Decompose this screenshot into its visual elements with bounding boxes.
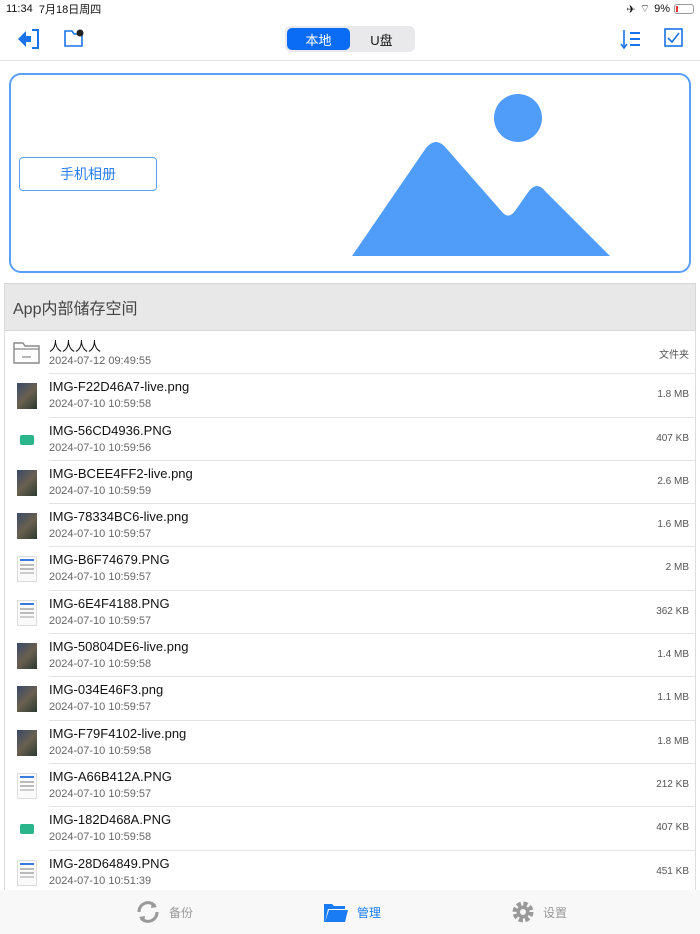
file-size: 212 KB	[656, 778, 689, 790]
file-size: 407 KB	[656, 432, 689, 444]
image-thumbnail	[17, 772, 37, 799]
file-row[interactable]: 人人人人 2024-07-12 09:49:55 文件夹	[13, 331, 695, 375]
tab-bar: 备份 管理 设置	[0, 890, 700, 934]
file-date: 2024-07-10 10:59:58	[49, 831, 152, 844]
storage-segmented-control: 本地 U盘	[285, 26, 415, 52]
file-size: 1.1 MB	[657, 692, 689, 704]
status-bar: 11:34 7月18日周四 ✈ ⌔ 9%	[0, 0, 700, 18]
tab-label: 备份	[169, 905, 194, 920]
image-thumbnail	[17, 383, 37, 410]
file-size: 1.6 MB	[657, 519, 689, 531]
file-date: 2024-07-12 09:49:55	[49, 355, 152, 367]
file-row[interactable]: IMG-50804DE6-live.png 2024-07-10 10:59:58…	[17, 634, 695, 678]
file-date: 2024-07-10 10:59:56	[49, 441, 152, 454]
tab-label: 设置	[543, 905, 568, 920]
file-date: 2024-07-10 10:59:57	[49, 701, 152, 714]
file-date: 2024-07-10 10:59:57	[49, 787, 152, 800]
file-row[interactable]: IMG-56CD4936.PNG 2024-07-10 10:59:56 407 K…	[17, 418, 695, 461]
file-name: IMG-50804DE6-live.png	[49, 639, 189, 655]
status-date: 7月18日周四	[38, 4, 102, 16]
file-name: IMG-034E46F3.png	[49, 682, 164, 698]
file-row[interactable]: IMG-B6F74679.PNG 2024-07-10 10:59:57 2 MB	[17, 547, 695, 591]
battery-percent: 9%	[654, 3, 670, 15]
segment-usb[interactable]: U盘	[350, 28, 413, 50]
file-date: 2024-07-10 10:59:58	[49, 744, 152, 757]
tab-manage[interactable]: 管理	[323, 901, 381, 923]
file-size: 文件夹	[659, 350, 689, 361]
airplane-icon: ✈	[626, 3, 636, 16]
sort-icon[interactable]	[620, 28, 642, 50]
file-size: 1.8 MB	[657, 735, 689, 747]
folder-icon	[324, 904, 348, 922]
file-row[interactable]: IMG-034E46F3.png 2024-07-10 10:59:57 1.1 M…	[17, 677, 695, 721]
sync-icon	[137, 901, 159, 923]
image-thumbnail	[17, 513, 37, 540]
image-placeholder-icon	[352, 94, 610, 256]
gear-icon	[512, 901, 534, 923]
image-thumbnail	[17, 469, 37, 496]
battery-icon	[674, 4, 694, 14]
back-exit-icon[interactable]	[16, 28, 40, 50]
file-name: IMG-A66B412A.PNG	[49, 768, 172, 784]
image-thumbnail	[17, 643, 37, 670]
image-thumbnail	[17, 729, 37, 756]
phone-album-button[interactable]: 手机相册	[19, 157, 157, 191]
file-size: 1.4 MB	[657, 649, 689, 661]
phone-album-card[interactable]: 手机相册	[9, 73, 691, 273]
file-size: 2.6 MB	[657, 475, 689, 487]
image-thumbnail	[17, 816, 37, 843]
file-date: 2024-07-10 10:51:39	[49, 874, 152, 887]
folder-icon	[13, 342, 40, 364]
file-row[interactable]: IMG-78334BC6-live.png 2024-07-10 10:59:57…	[17, 504, 695, 548]
file-row[interactable]: IMG-BCEE4FF2-live.png 2024-07-10 10:59:59…	[17, 461, 695, 505]
select-checkbox-icon[interactable]	[664, 28, 684, 48]
file-row[interactable]: IMG-F22D46A7-live.png 2024-07-10 10:59:58…	[17, 374, 695, 418]
file-row[interactable]: IMG-F79F4102-live.png 2024-07-10 10:59:58…	[17, 721, 695, 764]
file-name: IMG-28D64849.PNG	[49, 855, 170, 871]
file-name: IMG-F22D46A7-live.png	[49, 379, 190, 395]
wifi-icon: ⌔	[639, 3, 651, 15]
tab-label: 管理	[357, 905, 382, 920]
file-name: IMG-78334BC6-live.png	[49, 509, 189, 525]
status-time: 11:34	[6, 3, 33, 15]
file-date: 2024-07-10 10:59:59	[49, 484, 152, 497]
image-thumbnail	[17, 686, 37, 713]
file-size: 407 KB	[656, 822, 689, 834]
section-header: App内部储存空间	[4, 283, 696, 331]
file-name: IMG-182D468A.PNG	[49, 812, 172, 828]
file-row[interactable]: IMG-182D468A.PNG 2024-07-10 10:59:58 407 K…	[17, 807, 695, 851]
file-date: 2024-07-10 10:59:58	[49, 398, 152, 411]
new-folder-icon[interactable]	[63, 27, 85, 49]
file-size: 362 KB	[656, 605, 689, 617]
file-size: 2 MB	[665, 562, 689, 574]
file-name: 人人人人	[49, 339, 102, 354]
tab-backup[interactable]: 备份	[135, 899, 193, 925]
file-row[interactable]: IMG-6E4F4188.PNG 2024-07-10 10:59:57 362 K…	[17, 591, 695, 635]
file-date: 2024-07-10 10:59:57	[49, 614, 152, 627]
file-size: 1.8 MB	[657, 389, 689, 401]
file-date: 2024-07-10 10:59:58	[49, 658, 152, 671]
file-row[interactable]: IMG-28D64849.PNG 2024-07-10 10:51:39 451 K…	[17, 851, 695, 890]
file-row[interactable]: IMG-A66B412A.PNG 2024-07-10 10:59:57 212 K…	[17, 764, 695, 808]
image-thumbnail	[17, 556, 37, 583]
segment-local[interactable]: 本地	[287, 28, 350, 50]
image-thumbnail	[17, 859, 37, 886]
file-name: IMG-6E4F4188.PNG	[49, 595, 170, 611]
file-date: 2024-07-10 10:59:57	[49, 571, 152, 584]
tab-settings[interactable]: 设置	[511, 900, 567, 924]
file-name: IMG-B6F74679.PNG	[49, 552, 170, 568]
file-name: IMG-F79F4102-live.png	[49, 725, 187, 741]
image-thumbnail	[17, 599, 37, 626]
file-name: IMG-BCEE4FF2-live.png	[49, 465, 193, 481]
file-date: 2024-07-10 10:59:57	[49, 528, 152, 541]
image-thumbnail	[17, 426, 37, 453]
toolbar: 本地 U盘	[0, 18, 700, 61]
file-list: 人人人人 2024-07-12 09:49:55 文件夹 IMG-F22D46A7-l…	[4, 331, 696, 890]
file-size: 451 KB	[656, 865, 689, 877]
file-name: IMG-56CD4936.PNG	[49, 422, 172, 438]
